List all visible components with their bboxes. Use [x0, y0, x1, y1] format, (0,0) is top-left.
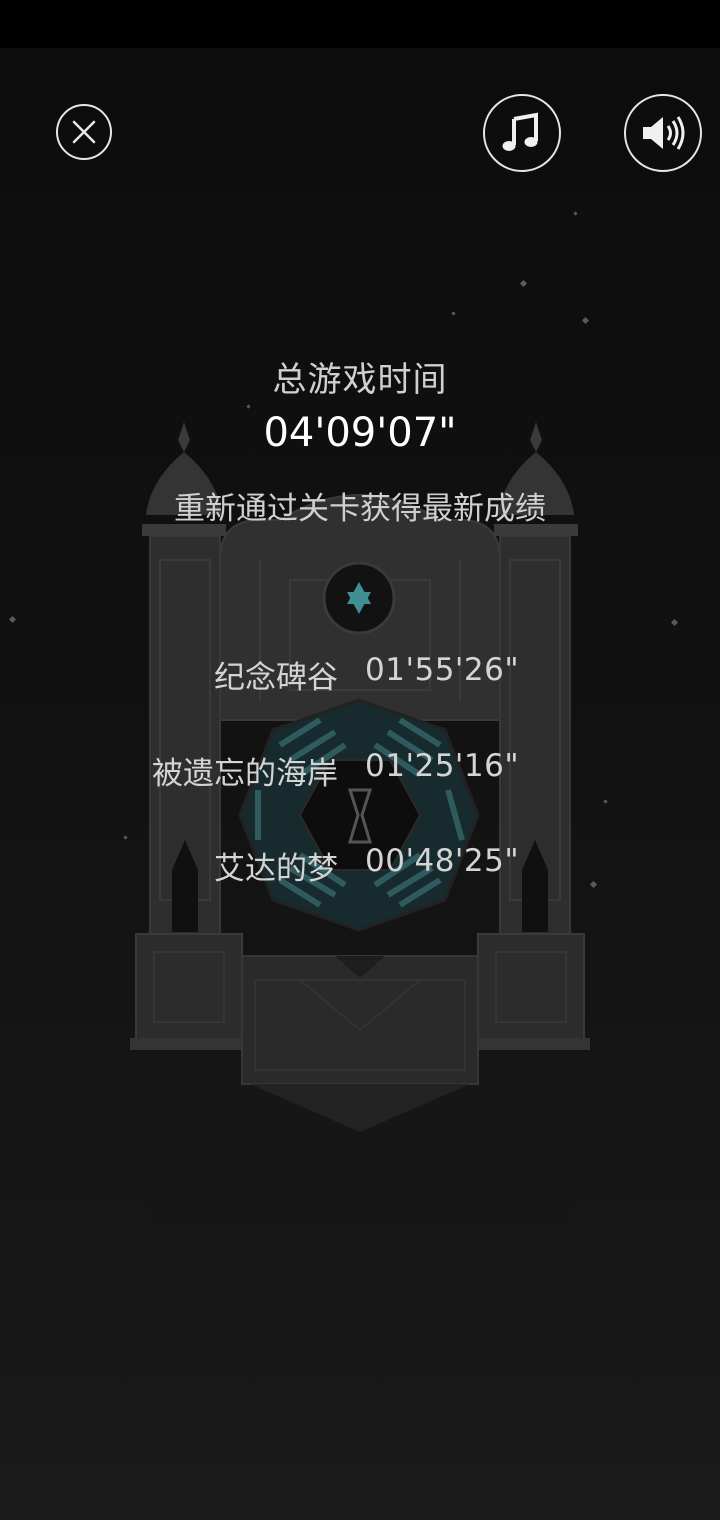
chapter-row: 纪念碑谷 01'55'26"	[0, 652, 720, 696]
music-toggle-button[interactable]	[483, 94, 561, 172]
chapter-name: 被遗忘的海岸	[152, 756, 338, 792]
total-play-time-title: 总游戏时间	[272, 360, 448, 400]
chapter-name: 纪念碑谷	[214, 660, 338, 696]
chapter-row: 被遗忘的海岸 01'25'16"	[0, 748, 720, 792]
close-icon	[72, 120, 96, 144]
chapter-row: 艾达的梦 00'48'25"	[0, 843, 720, 887]
chapter-time: 00'48'25"	[365, 843, 520, 879]
total-play-time-value: 04'09'07"	[263, 410, 457, 456]
close-button[interactable]	[56, 104, 112, 160]
replay-hint-text: 重新通过关卡获得最新成绩	[174, 491, 546, 527]
chapter-time: 01'25'16"	[365, 748, 520, 784]
chapter-name: 艾达的梦	[214, 851, 338, 887]
chapter-time: 01'55'26"	[365, 652, 520, 688]
speaker-volume-icon	[643, 116, 685, 150]
music-note-icon	[502, 112, 538, 151]
sound-toggle-button[interactable]	[624, 94, 702, 172]
